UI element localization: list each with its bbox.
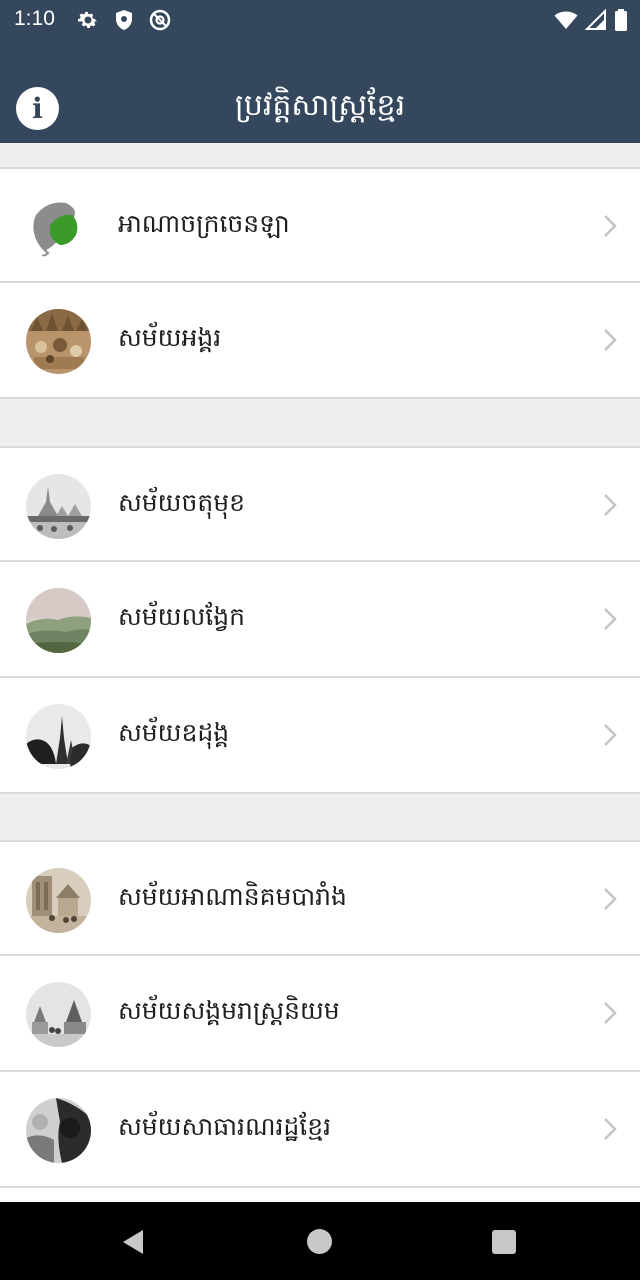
republic-photo-thumbnail <box>26 1098 91 1163</box>
list-item[interactable]: សម័យសាធារណរដ្ឋខ្មែរ <box>0 1072 640 1188</box>
status-time: 1:10 <box>14 7 55 30</box>
chevron-right-icon <box>604 608 617 630</box>
list-item[interactable]: សម័យអាណានិគមបារាំង <box>0 840 640 956</box>
status-bar: 1:10 <box>0 0 640 40</box>
list-item[interactable]: សម័យចតុមុខ <box>0 446 640 562</box>
era-list: អាណាចក្រចេនឡា សម័យអង្គរ សម័យចតុមុខ សម័យល… <box>0 143 640 1202</box>
at-sign-icon <box>149 9 171 31</box>
recents-icon[interactable] <box>492 1230 516 1254</box>
chevron-right-icon <box>604 888 617 910</box>
list-item-label: សម័យសាធារណរដ្ឋខ្មែរ <box>118 1112 332 1141</box>
signal-icon <box>584 8 606 30</box>
list-item-label: សម័យអាណានិគមបារាំង <box>118 882 347 911</box>
chevron-right-icon <box>604 329 617 351</box>
list-item[interactable]: សម័យអង្គរ <box>0 283 640 399</box>
chevron-right-icon <box>604 1118 617 1140</box>
chevron-right-icon <box>604 494 617 516</box>
oudong-stupa-thumbnail <box>26 704 91 769</box>
back-icon[interactable] <box>121 1229 145 1255</box>
list-item-label: អាណាចក្រចេនឡា <box>118 209 290 238</box>
shield-icon <box>116 10 132 30</box>
chevron-right-icon <box>604 724 617 746</box>
page-title: ប្រវត្តិសាស្ត្រខ្មែរ <box>234 88 406 123</box>
sangkum-photo-thumbnail <box>26 982 91 1047</box>
chaktomuk-temple-thumbnail <box>26 474 91 539</box>
angkor-mural-thumbnail <box>26 309 91 374</box>
home-icon[interactable] <box>307 1229 332 1254</box>
system-nav-bar <box>0 1202 640 1280</box>
status-icons-right <box>554 8 628 32</box>
list-item-label: សម័យចតុមុខ <box>118 488 245 517</box>
wifi-icon <box>554 11 578 29</box>
colonial-photo-thumbnail <box>26 868 91 933</box>
chevron-right-icon <box>604 1002 617 1024</box>
list-item-label: សម័យសង្គមរាស្ត្រនិយម <box>118 996 340 1025</box>
list-item[interactable]: អាណាចក្រចេនឡា <box>0 167 640 283</box>
list-item-label: សម័យឧដុង្គ <box>118 718 230 747</box>
list-item-partial <box>0 1188 640 1202</box>
battery-icon <box>615 9 627 31</box>
app-bar: i ប្រវត្តិសាស្ត្រខ្មែរ <box>0 40 640 143</box>
list-item[interactable]: សម័យឧដុង្គ <box>0 678 640 794</box>
list-item-label: សម័យអង្គរ <box>118 323 222 352</box>
settings-icon <box>78 11 97 28</box>
chevron-right-icon <box>604 215 617 237</box>
list-item-label: សម័យលង្វែក <box>118 602 245 631</box>
list-item[interactable]: សម័យលង្វែក <box>0 562 640 678</box>
status-icons-left <box>76 8 172 32</box>
list-item[interactable]: សម័យសង្គមរាស្ត្រនិយម <box>0 956 640 1072</box>
longvek-landscape-thumbnail <box>26 588 91 653</box>
map-thumbnail <box>26 195 91 260</box>
